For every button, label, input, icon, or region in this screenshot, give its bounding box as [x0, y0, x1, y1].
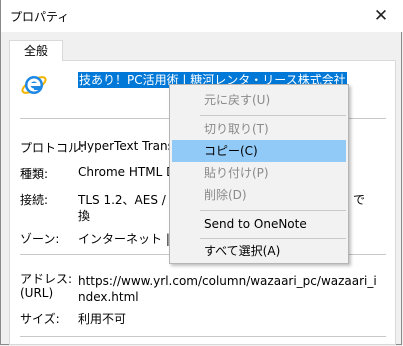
menu-separator [200, 115, 346, 116]
context-menu: 元に戻す(U) 切り取り(T) コピー(C) 貼り付け(P) 削除(D) Sen… [169, 84, 349, 264]
type-value: Chrome HTML Do [78, 165, 183, 179]
zone-label: ゾーン: [20, 232, 60, 246]
connection-value-line1-end: で [353, 193, 366, 207]
menu-item-undo[interactable]: 元に戻す(U) [172, 89, 346, 111]
address-label: アドレス: [20, 272, 73, 286]
connection-value-line2: 換 [78, 209, 91, 223]
menu-item-cut[interactable]: 切り取り(T) [172, 118, 346, 140]
title-bar: プロパティ ✕ [1, 0, 403, 32]
size-label: サイズ: [20, 312, 60, 326]
connection-label: 接続: [20, 193, 49, 207]
menu-item-send-to-onenote[interactable]: Send to OneNote [172, 213, 346, 235]
protocol-value: HyperText Transf [78, 139, 179, 153]
separator [20, 336, 386, 337]
internet-explorer-icon [21, 76, 47, 94]
protocol-label: プロトコル: [20, 141, 85, 155]
close-icon: ✕ [373, 6, 389, 26]
address-value: https://www.yrl.com/column/wazaari_pc/wa… [78, 274, 377, 304]
size-value: 利用不可 [78, 312, 127, 326]
menu-separator [200, 210, 346, 211]
address-label-url: (URL) [20, 286, 54, 300]
menu-item-delete[interactable]: 削除(D) [172, 184, 346, 206]
menu-item-copy[interactable]: コピー(C) [172, 140, 346, 162]
menu-item-select-all[interactable]: すべて選択(A) [172, 240, 346, 262]
close-button[interactable]: ✕ [359, 0, 403, 32]
tab-general[interactable]: 全般 [9, 40, 63, 61]
type-label: 種類: [20, 167, 49, 181]
window-title: プロパティ [10, 10, 70, 24]
menu-item-paste[interactable]: 貼り付け(P) [172, 162, 346, 184]
menu-separator [200, 238, 346, 239]
